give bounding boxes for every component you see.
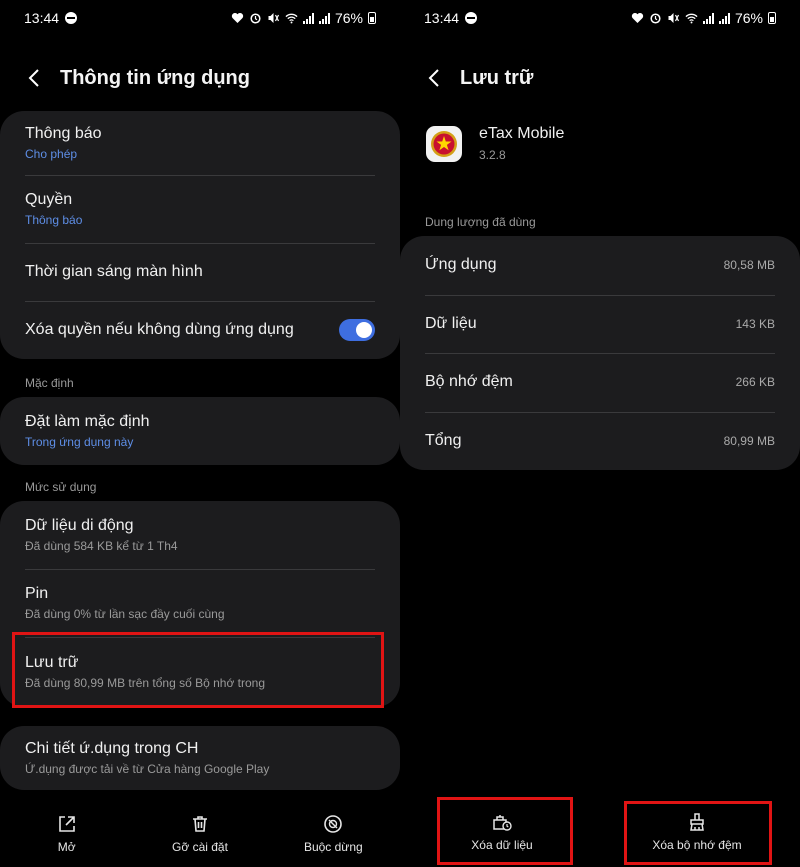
notifications-row[interactable]: Thông báo Cho phép [0,111,400,175]
etax-app-icon [426,125,462,162]
storage-app-row: Ứng dụng 80,58 MB [400,236,800,295]
storage-cache-row: Bộ nhớ đệm 266 KB [400,353,800,412]
battery-percent-right: 76% [734,10,763,26]
remove-permissions-row[interactable]: Xóa quyền nếu không dùng ứng dụng [0,301,400,359]
permissions-row[interactable]: Quyền Thông báo [0,175,400,243]
battery-title: Pin [25,585,49,602]
section-used-label: Dung lượng đã dùng [425,215,536,229]
storage-sub: Đã dùng 80,99 MB trên tổng số Bộ nhớ tro… [25,676,266,690]
storage-total-label: Tổng [425,431,462,449]
notifications-title: Thông báo [25,125,102,142]
storage-cache-value: 266 KB [735,375,775,390]
signal-icon [702,12,714,24]
status-bar-right: 13:44 76% [424,8,776,28]
open-button[interactable]: Mở [12,814,122,854]
do-not-disturb-icon [65,12,78,24]
force-stop-button[interactable]: Buộc dừng [278,814,388,854]
storage-usage-card: Ứng dụng 80,58 MB Dữ liệu 143 KB Bộ nhớ … [400,236,800,470]
battery-sub: Đã dùng 0% từ lần sạc đầy cuối cùng [25,607,225,621]
app-version: 3.2.8 [479,148,506,162]
app-header: eTax Mobile 3.2.8 [426,125,564,162]
trash-icon [192,816,207,832]
do-not-disturb-icon [465,12,478,24]
battery-row[interactable]: Pin Đã dùng 0% từ lần sạc đầy cuối cùng [0,569,400,637]
clear-cache-button[interactable]: Xóa bộ nhớ đệm [642,812,752,852]
storage-total-value: 80,99 MB [723,433,775,448]
set-default-row[interactable]: Đặt làm mặc định Trong ứng dụng này [0,397,400,465]
wifi-icon [285,13,298,24]
national-emblem-icon [431,130,457,157]
brush-icon [690,813,704,831]
clear-data-label: Xóa dữ liệu [471,838,533,852]
remove-permissions-title: Xóa quyền nếu không dùng ứng dụng [25,321,294,338]
uninstall-button[interactable]: Gỡ cài đặt [145,814,255,854]
app-settings-card: Thông báo Cho phép Quyền Thông báo Thời … [0,111,400,359]
alarm-icon [650,13,661,24]
back-button[interactable] [424,66,444,90]
signal-icon [302,12,314,24]
storage-row[interactable]: Lưu trữ Đã dùng 80,99 MB trên tổng số Bộ… [0,637,400,707]
store-details-title: Chi tiết ứ.dụng trong CH [25,740,199,757]
screen-time-title: Thời gian sáng màn hình [25,263,203,280]
back-button[interactable] [24,66,44,90]
usage-card: Dữ liệu di động Đã dùng 584 KB kể từ 1 T… [0,501,400,707]
heart-icon [631,12,644,23]
clear-data-icon [493,815,512,831]
storage-app-label: Ứng dụng [425,256,497,274]
store-details-sub: Ứ.dụng được tải về từ Cửa hàng Google Pl… [25,762,270,776]
open-label: Mở [57,840,76,854]
section-default-label: Mặc định [25,376,74,390]
mute-icon [668,13,680,23]
storage-total-row: Tổng 80,99 MB [400,411,800,471]
app-name: eTax Mobile [479,125,565,142]
open-external-icon [58,816,75,832]
section-usage-label: Mức sử dụng [25,480,97,494]
default-card: Đặt làm mặc định Trong ứng dụng này [0,397,400,465]
storage-cache-label: Bộ nhớ đệm [425,373,513,391]
notifications-sub: Cho phép [25,147,78,161]
wifi-icon [685,13,698,24]
clock-right: 13:44 [424,10,460,26]
mobile-data-sub: Đã dùng 584 KB kể từ 1 Th4 [25,539,178,553]
signal-2-icon [718,12,730,24]
screen-time-row[interactable]: Thời gian sáng màn hình [0,243,400,301]
page-title: Lưu trữ [460,66,534,89]
storage-header: Lưu trữ [424,62,776,94]
signal-2-icon [318,12,330,24]
remove-permissions-toggle[interactable] [339,319,375,341]
battery-percent: 76% [334,10,363,26]
clock: 13:44 [24,10,60,26]
status-bar: 13:44 76% [24,8,376,28]
storage-screen: 13:44 76% Lưu trữ eTax Mobile 3.2.8 Dung… [400,0,800,867]
set-default-sub: Trong ứng dụng này [25,435,134,449]
storage-app-value: 80,58 MB [723,258,775,273]
store-card: Chi tiết ứ.dụng trong CH Ứ.dụng được tải… [0,726,400,790]
store-details-row[interactable]: Chi tiết ứ.dụng trong CH Ứ.dụng được tải… [0,726,400,790]
uninstall-label: Gỡ cài đặt [172,840,228,854]
mobile-data-row[interactable]: Dữ liệu di động Đã dùng 584 KB kể từ 1 T… [0,501,400,569]
storage-data-label: Dữ liệu [425,314,477,332]
clear-cache-label: Xóa bộ nhớ đệm [652,838,742,852]
alarm-icon [250,13,261,24]
storage-title: Lưu trữ [25,654,79,671]
action-bar: Mở Gỡ cài đặt Buộc dừng [0,801,400,867]
mute-icon [268,13,280,23]
clear-data-button[interactable]: Xóa dữ liệu [447,812,557,852]
storage-data-value: 143 KB [735,316,775,331]
mobile-data-title: Dữ liệu di động [25,517,134,534]
page-title: Thông tin ứng dụng [60,66,250,89]
chevron-left-icon [28,69,39,87]
chevron-left-icon [428,69,439,87]
battery-icon [368,12,376,24]
storage-data-row: Dữ liệu 143 KB [400,294,800,354]
force-stop-label: Buộc dừng [303,840,363,854]
permissions-sub: Thông báo [25,213,83,227]
app-info-header: Thông tin ứng dụng [24,62,376,94]
stop-icon [324,815,343,833]
battery-icon [768,12,776,24]
permissions-title: Quyền [25,191,73,208]
app-info-screen: 13:44 76% Thông tin ứng dụng Thông báo C… [0,0,400,867]
heart-icon [231,12,244,23]
set-default-title: Đặt làm mặc định [25,413,150,430]
